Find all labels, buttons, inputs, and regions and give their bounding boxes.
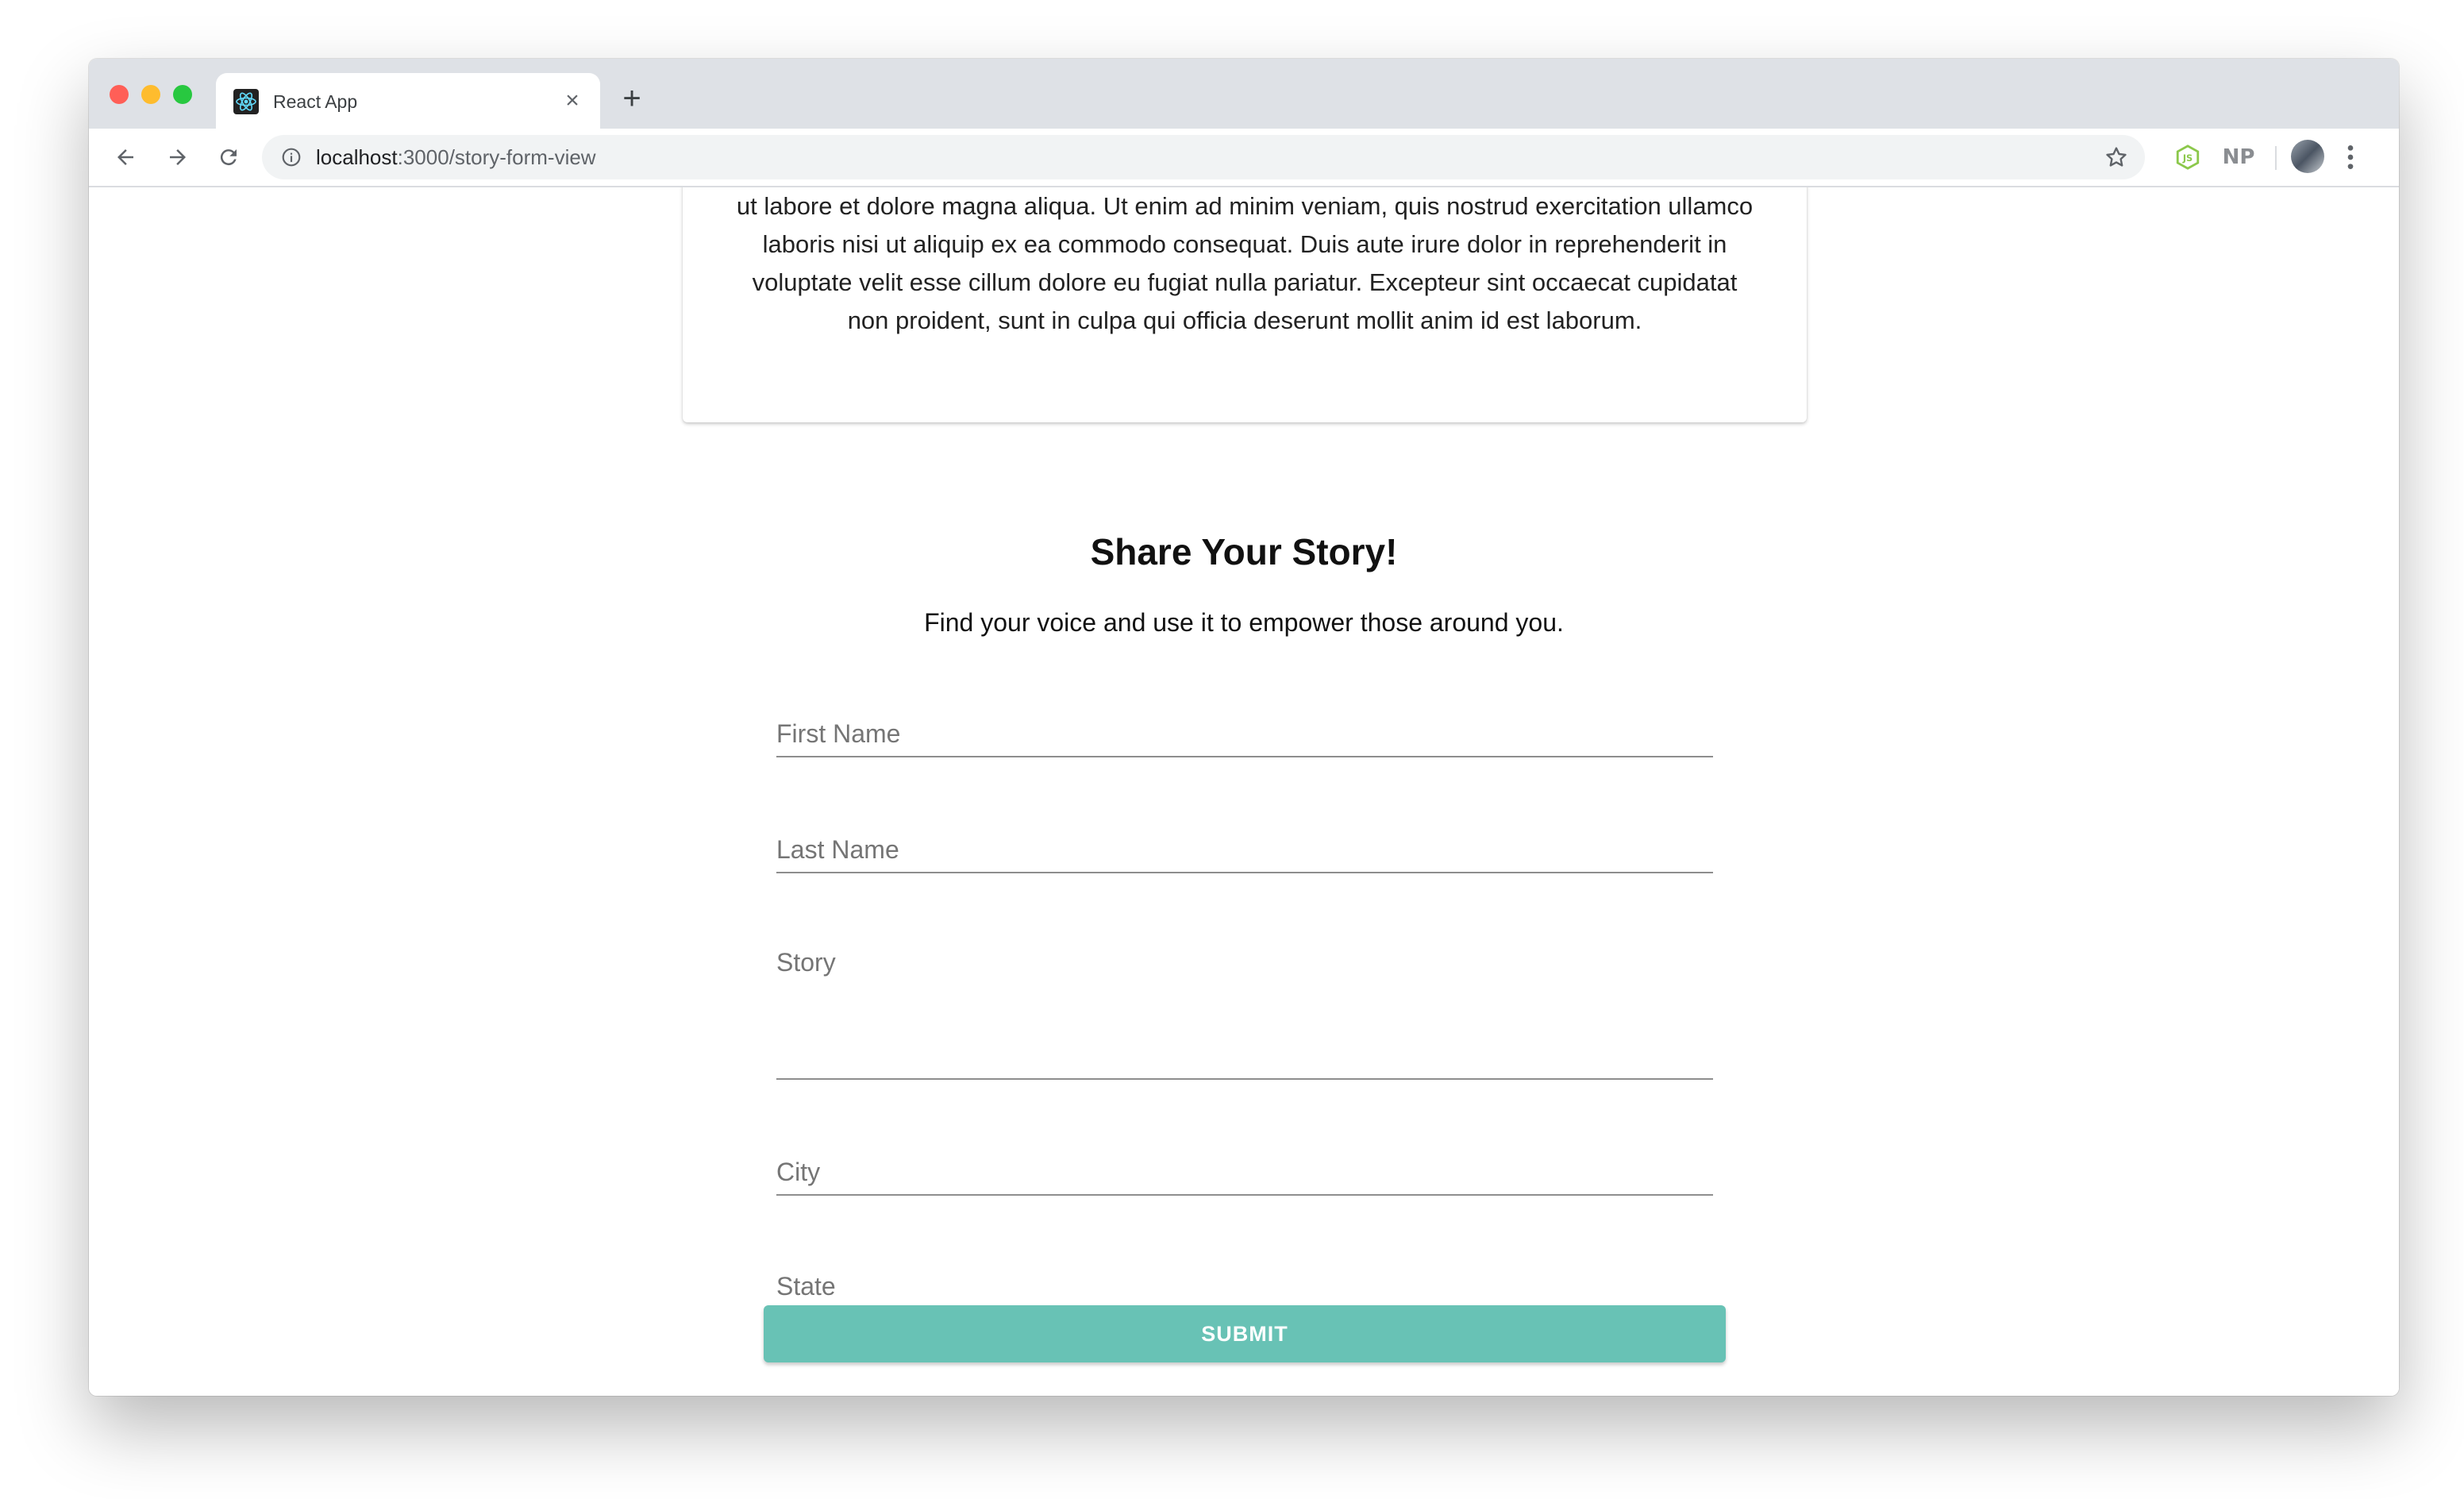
new-tab-button[interactable]: + [614,83,649,118]
address-bar[interactable]: localhost:3000/story-form-view [262,135,2145,179]
card-body-text: ut labore et dolore magna aliqua. Ut eni… [736,192,1754,334]
nodejs-extension-icon[interactable]: JS [2172,141,2204,173]
story-field [776,948,1713,1080]
reload-icon[interactable] [211,140,246,175]
bookmark-star-icon[interactable] [2104,145,2129,174]
browser-toolbar: localhost:3000/story-form-view JS NP [89,129,2399,187]
tab-bar: React App × + [89,59,2399,129]
toolbar-divider [2275,146,2277,170]
last-name-input[interactable] [776,827,1713,872]
forward-icon[interactable] [160,140,195,175]
story-card: ut labore et dolore magna aliqua. Ut eni… [683,187,1807,422]
tab-title: React App [273,91,358,112]
page-title: Share Your Story! [1090,531,1398,572]
svg-text:JS: JS [2182,152,2193,164]
page-content: ut labore et dolore magna aliqua. Ut eni… [89,187,2399,1396]
tab-react-app[interactable]: React App × [216,73,600,129]
city-input[interactable] [776,1150,1713,1194]
first-name-input[interactable] [776,711,1713,756]
back-icon[interactable] [108,140,143,175]
info-icon[interactable] [281,147,302,171]
city-field [776,1150,1713,1196]
state-input[interactable] [776,1264,1713,1308]
maximize-window-button[interactable] [173,85,192,104]
url-host: localhost [316,145,398,169]
profile-avatar[interactable] [2291,140,2324,173]
url-path: :3000/story-form-view [397,145,596,169]
story-textarea[interactable] [776,948,1713,1078]
first-name-field [776,711,1713,757]
last-name-field [776,827,1713,873]
menu-kebab-icon[interactable] [2343,141,2358,177]
react-icon [233,89,259,114]
close-window-button[interactable] [110,85,129,104]
page-subtitle: Find your voice and use it to empower th… [924,608,1564,637]
minimize-window-button[interactable] [141,85,160,104]
np-extension-icon[interactable]: NP [2223,141,2255,173]
state-field [776,1264,1713,1310]
submit-button[interactable]: SUBMIT [764,1305,1726,1362]
url-text: localhost:3000/story-form-view [316,145,596,170]
browser-window: React App × + localhost:3000/story-form-… [89,59,2399,1396]
close-tab-icon[interactable]: × [559,87,586,114]
